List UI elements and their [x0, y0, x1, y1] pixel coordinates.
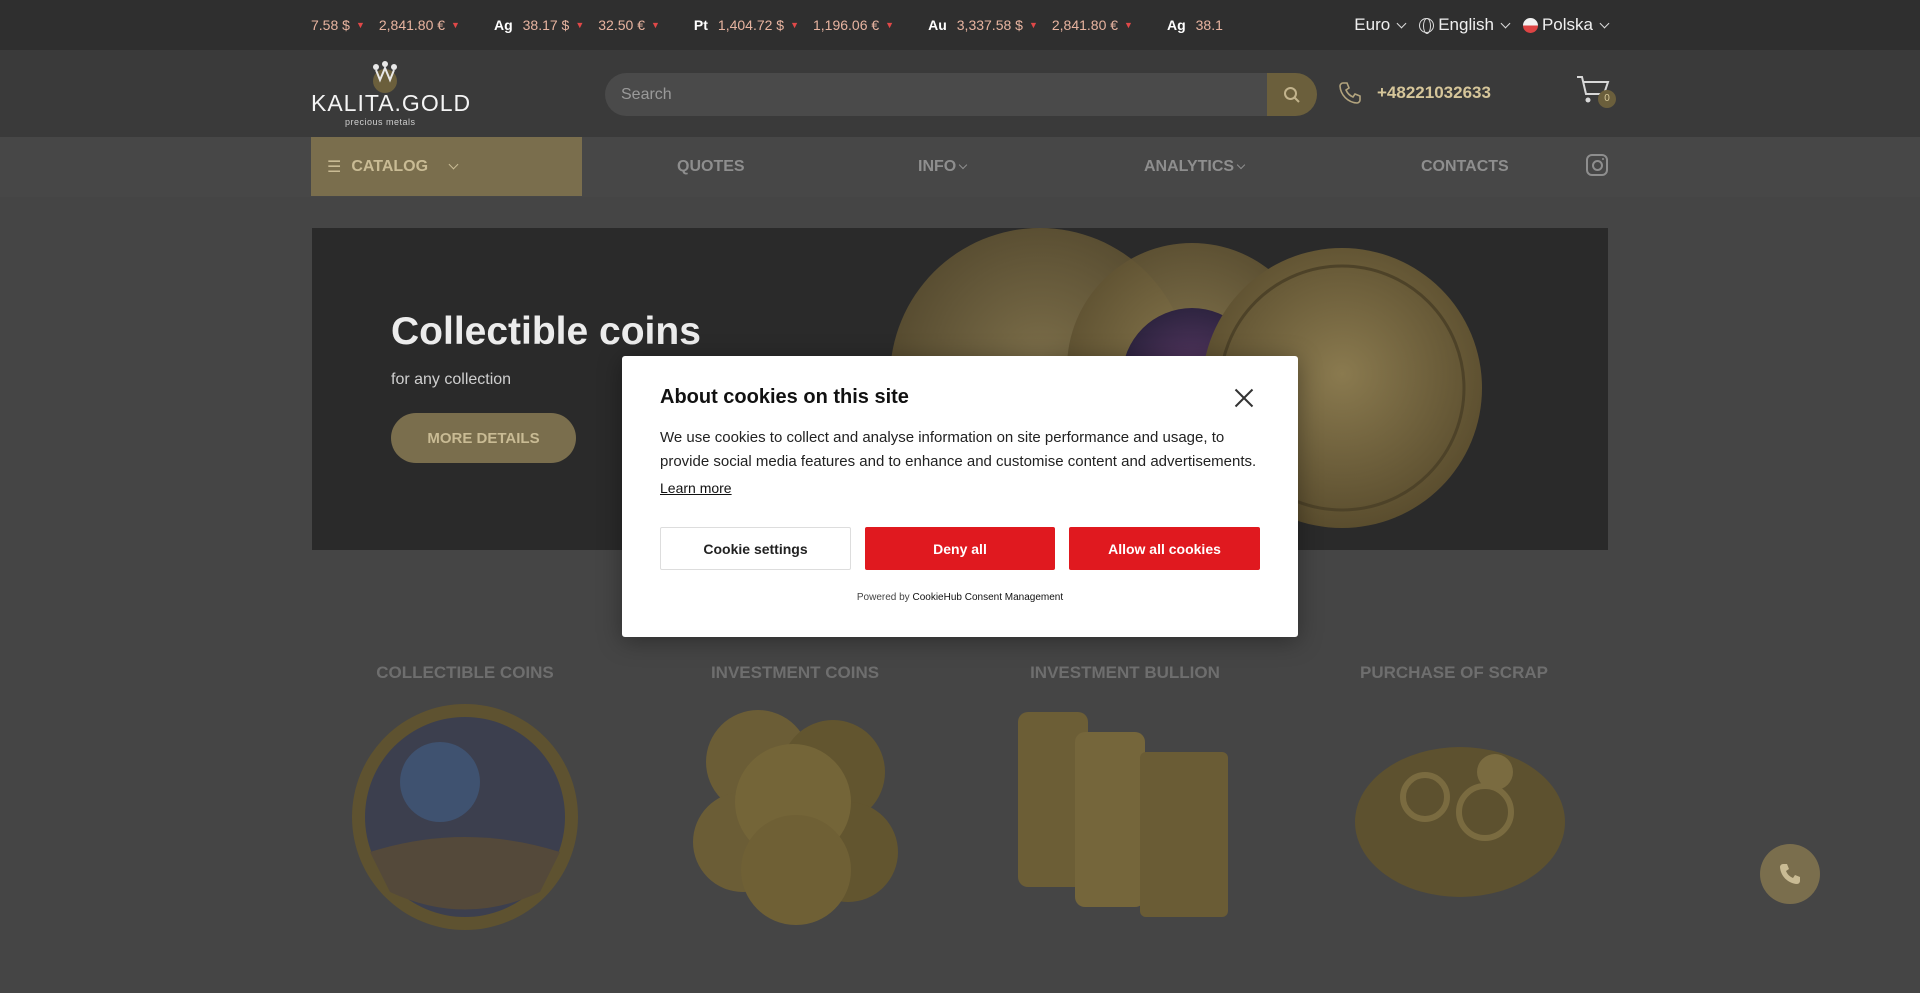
catalog-menu-button[interactable]: ☰ CATALOG — [311, 137, 582, 196]
allow-all-cookies-button[interactable]: Allow all cookies — [1069, 527, 1260, 570]
down-arrow-icon: ▼ — [885, 20, 895, 30]
phone-link[interactable]: +48221032633 — [1337, 80, 1491, 106]
cart-button[interactable]: 0 — [1575, 74, 1616, 114]
down-arrow-icon: ▼ — [650, 20, 660, 30]
logo-text: KALITA.GOLD — [311, 90, 472, 116]
ticker-usd: 38.1 — [1195, 17, 1223, 33]
ticker-metal: Au — [928, 17, 947, 33]
more-details-button[interactable]: MORE DETAILS — [391, 413, 576, 463]
chevron-down-icon — [1500, 18, 1511, 28]
chevron-down-icon — [1236, 160, 1246, 169]
ticker-usd: 38.17 $ — [522, 17, 570, 33]
ticker-eur: 2,841.80 € — [1051, 17, 1119, 33]
catalog-label: CATALOG — [351, 157, 429, 175]
category-title-scrap[interactable]: PURCHASE OF SCRAP — [1324, 663, 1584, 683]
ticker-item: Pt 1,404.72 $ ▼ 1,196.06 € ▼ — [694, 17, 908, 33]
down-arrow-icon: ▼ — [1028, 20, 1038, 30]
currency-label: Euro — [1354, 15, 1391, 34]
powered-by-text: Powered by CookieHub Consent Management — [622, 592, 1298, 603]
deny-all-button[interactable]: Deny all — [865, 527, 1055, 570]
search-bar — [605, 73, 1317, 116]
cookie-settings-button[interactable]: Cookie settings — [660, 527, 851, 570]
nav-item-info[interactable]: INFO — [918, 137, 968, 196]
ticker-usd: 3,337.58 $ — [956, 17, 1023, 33]
scrap-jewelry-image[interactable] — [1345, 702, 1575, 922]
cookiehub-link[interactable]: CookieHub Consent Management — [912, 592, 1063, 603]
cart-count-badge: 0 — [1598, 90, 1616, 108]
nav-item-label: INFO — [918, 157, 957, 175]
nav-item-label: QUOTES — [677, 157, 745, 175]
ticker-usd: 7.58 $ — [311, 17, 350, 33]
phone-icon — [1780, 864, 1800, 884]
cookie-consent-dialog: About cookies on this site We use cookie… — [622, 356, 1298, 637]
search-input[interactable] — [605, 73, 1267, 116]
currency-selector[interactable]: Euro — [1354, 15, 1407, 35]
site-header: KALITA.GOLD precious metals +48221032633… — [0, 50, 1920, 137]
down-arrow-icon: ▼ — [451, 20, 460, 30]
investment-bullion-image[interactable] — [1015, 702, 1235, 927]
ticker-eur: 32.50 € — [598, 17, 645, 33]
country-label: Polska — [1541, 15, 1593, 34]
ticker-eur: 2,841.80 € — [378, 17, 446, 33]
phone-icon — [1339, 82, 1361, 104]
chevron-down-icon — [1599, 18, 1610, 28]
powered-by-prefix: Powered by — [856, 592, 910, 603]
ticker-metal: Ag — [493, 17, 513, 33]
down-arrow-icon: ▼ — [575, 20, 585, 30]
site-logo[interactable]: KALITA.GOLD precious metals — [311, 60, 471, 128]
main-nav: ☰ CATALOG QUOTES INFO ANALYTICS CONTACTS — [0, 137, 1920, 197]
investment-coins-image[interactable] — [688, 702, 903, 927]
ticker-item: Au 3,337.58 $ ▼ 2,841.80 € ▼ — [928, 17, 1147, 33]
down-arrow-icon: ▼ — [355, 20, 365, 30]
nav-item-label: ANALYTICS — [1144, 157, 1235, 175]
ticker-usd: 1,404.72 $ — [717, 17, 785, 33]
ticker-item: Ag 38.17 $ ▼ 32.50 € ▼ — [494, 17, 674, 33]
ticker-metal: Pt — [693, 17, 708, 33]
chevron-down-icon — [958, 160, 968, 169]
chevron-down-icon — [448, 159, 459, 170]
category-title-collectible[interactable]: COLLECTIBLE COINS — [335, 663, 595, 683]
language-selector[interactable]: English — [1419, 15, 1511, 35]
close-icon[interactable] — [1232, 386, 1256, 410]
nav-item-quotes[interactable]: QUOTES — [677, 137, 745, 196]
search-icon — [1284, 86, 1300, 103]
country-selector[interactable]: Polska — [1522, 15, 1610, 35]
logo-subtitle: precious metals — [345, 117, 416, 127]
ticker-metal: Ag — [1166, 17, 1186, 33]
globe-icon — [1419, 17, 1435, 34]
hero-subtitle: for any collection — [391, 371, 512, 388]
down-arrow-icon: ▼ — [790, 20, 799, 30]
language-label: English — [1438, 15, 1494, 34]
nav-item-label: CONTACTS — [1421, 157, 1509, 175]
ticker-item: Ag 38.1 — [1167, 17, 1229, 33]
price-ticker-bar: 7.58 $ ▼ 2,841.80 € ▼ Ag 38.17 $ ▼ 32.50… — [0, 0, 1920, 50]
ticker-eur: 1,196.06 € — [813, 17, 880, 33]
nav-item-analytics[interactable]: ANALYTICS — [1144, 137, 1246, 196]
down-arrow-icon: ▼ — [1124, 20, 1133, 30]
collectible-coin-image[interactable] — [350, 702, 580, 932]
poland-flag-icon — [1522, 17, 1538, 33]
nav-item-contacts[interactable]: CONTACTS — [1421, 137, 1509, 196]
search-button[interactable] — [1267, 73, 1317, 116]
chevron-down-icon — [1396, 18, 1407, 28]
hamburger-icon: ☰ — [327, 158, 342, 176]
price-ticker: 7.58 $ ▼ 2,841.80 € ▼ Ag 38.17 $ ▼ 32.50… — [311, 0, 1323, 50]
category-title-investment-coins[interactable]: INVESTMENT COINS — [665, 663, 925, 683]
hero-title: Collectible coins — [391, 310, 701, 353]
instagram-icon[interactable] — [1586, 154, 1608, 176]
ticker-item: 7.58 $ ▼ 2,841.80 € ▼ — [311, 17, 474, 33]
phone-number: +48221032633 — [1377, 83, 1491, 102]
dialog-description: We use cookies to collect and analyse in… — [660, 429, 1257, 470]
call-back-button[interactable] — [1760, 844, 1820, 904]
category-title-bullion[interactable]: INVESTMENT BULLION — [995, 663, 1255, 683]
dialog-title: About cookies on this site — [660, 386, 909, 408]
learn-more-link[interactable]: Learn more — [660, 480, 732, 496]
